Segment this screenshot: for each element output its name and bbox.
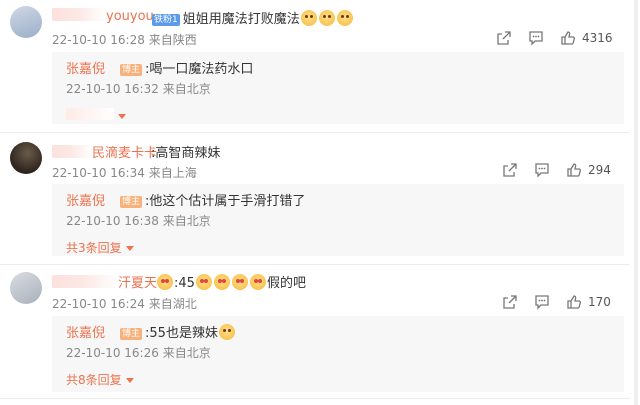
reply-body: 博主:喝一口魔法药水口 xyxy=(120,62,254,77)
avatar[interactable] xyxy=(10,272,42,304)
reply-meta: 22-10-10 16:32 来自北京 xyxy=(66,82,211,96)
doge-emoji-icon xyxy=(318,10,335,26)
blurred-name xyxy=(52,275,118,288)
comment-icon xyxy=(535,295,549,310)
fan-badge: 铁粉1 xyxy=(152,14,180,26)
reply-author[interactable]: 张嘉倪 xyxy=(66,190,105,209)
reply-body: 博主:他这个估计属于手滑打错了 xyxy=(120,194,306,209)
like-count: 294 xyxy=(588,163,611,177)
like-button[interactable]: 4316 xyxy=(560,30,613,46)
thumbs-up-icon xyxy=(561,31,575,45)
comment-1-body: 铁粉1 姐姐用魔法打败魔法 xyxy=(148,8,354,27)
comment-1-meta: 22-10-10 16:28 来自陕西 xyxy=(52,33,197,47)
heart-eyes-emoji-icon xyxy=(249,274,266,290)
divider xyxy=(0,398,630,399)
doge-emoji-icon xyxy=(336,10,353,26)
comment-3-body: :45 假的吧 xyxy=(156,272,306,291)
like-count: 4316 xyxy=(582,31,613,45)
comment-icon xyxy=(535,163,549,178)
comment-1-username[interactable]: youyou xyxy=(52,8,154,24)
chevron-down-icon xyxy=(125,378,134,383)
more-replies-link[interactable] xyxy=(66,108,126,123)
comment-icon xyxy=(529,31,543,46)
avatar[interactable] xyxy=(10,6,42,38)
more-replies-link[interactable]: 共8条回复 xyxy=(66,371,134,388)
divider xyxy=(0,264,630,265)
share-button[interactable] xyxy=(496,30,512,46)
comment-2-meta: 22-10-10 16:34 来自上海 xyxy=(52,166,197,180)
chevron-down-icon xyxy=(118,114,126,119)
share-icon xyxy=(503,295,517,309)
blogger-badge: 博主 xyxy=(120,196,143,208)
more-replies-link[interactable]: 共3条回复 xyxy=(66,239,134,256)
heart-eyes-emoji-icon xyxy=(213,274,230,290)
comment-2-body: :高智商辣妹 xyxy=(151,146,221,161)
reply-meta: 22-10-10 16:38 来自北京 xyxy=(66,214,211,228)
reply-body: 博主:55也是辣妹 xyxy=(116,322,236,341)
avatar[interactable] xyxy=(10,142,42,174)
scrollbar[interactable] xyxy=(634,0,638,405)
blogger-badge: 博主 xyxy=(120,64,143,76)
share-icon xyxy=(503,163,517,177)
comment-button[interactable] xyxy=(534,162,550,178)
like-count: 170 xyxy=(588,295,611,309)
blurred-name xyxy=(52,145,92,158)
heart-eyes-emoji-icon xyxy=(231,274,248,290)
share-button[interactable] xyxy=(502,162,518,178)
heart-eyes-emoji-icon xyxy=(195,274,212,290)
comment-2-username[interactable]: 民滴麦卡卡 xyxy=(52,142,157,161)
blurred-text xyxy=(66,108,114,120)
crown-emoji-icon xyxy=(218,324,235,340)
comment-button[interactable] xyxy=(528,30,544,46)
comment-3-username[interactable]: 汗夏天 xyxy=(52,272,157,291)
reply-author[interactable]: 张嘉倪 xyxy=(66,322,105,341)
blurred-name xyxy=(52,8,106,21)
thumbs-up-icon xyxy=(567,295,581,309)
divider xyxy=(0,132,630,133)
reply-meta: 22-10-10 16:26 来自北京 xyxy=(66,346,211,360)
doge-emoji-icon xyxy=(300,10,317,26)
reply-author[interactable]: 张嘉倪 xyxy=(66,58,105,77)
blogger-badge: 博主 xyxy=(120,328,143,340)
comment-3-meta: 22-10-10 16:24 来自湖北 xyxy=(52,297,197,311)
chevron-down-icon xyxy=(125,246,134,251)
share-button[interactable] xyxy=(502,294,518,310)
comment-button[interactable] xyxy=(534,294,550,310)
like-button[interactable]: 170 xyxy=(566,294,611,310)
like-button[interactable]: 294 xyxy=(566,162,611,178)
share-icon xyxy=(497,31,511,45)
thumbs-up-icon xyxy=(567,163,581,177)
heart-eyes-emoji-icon xyxy=(157,274,173,290)
